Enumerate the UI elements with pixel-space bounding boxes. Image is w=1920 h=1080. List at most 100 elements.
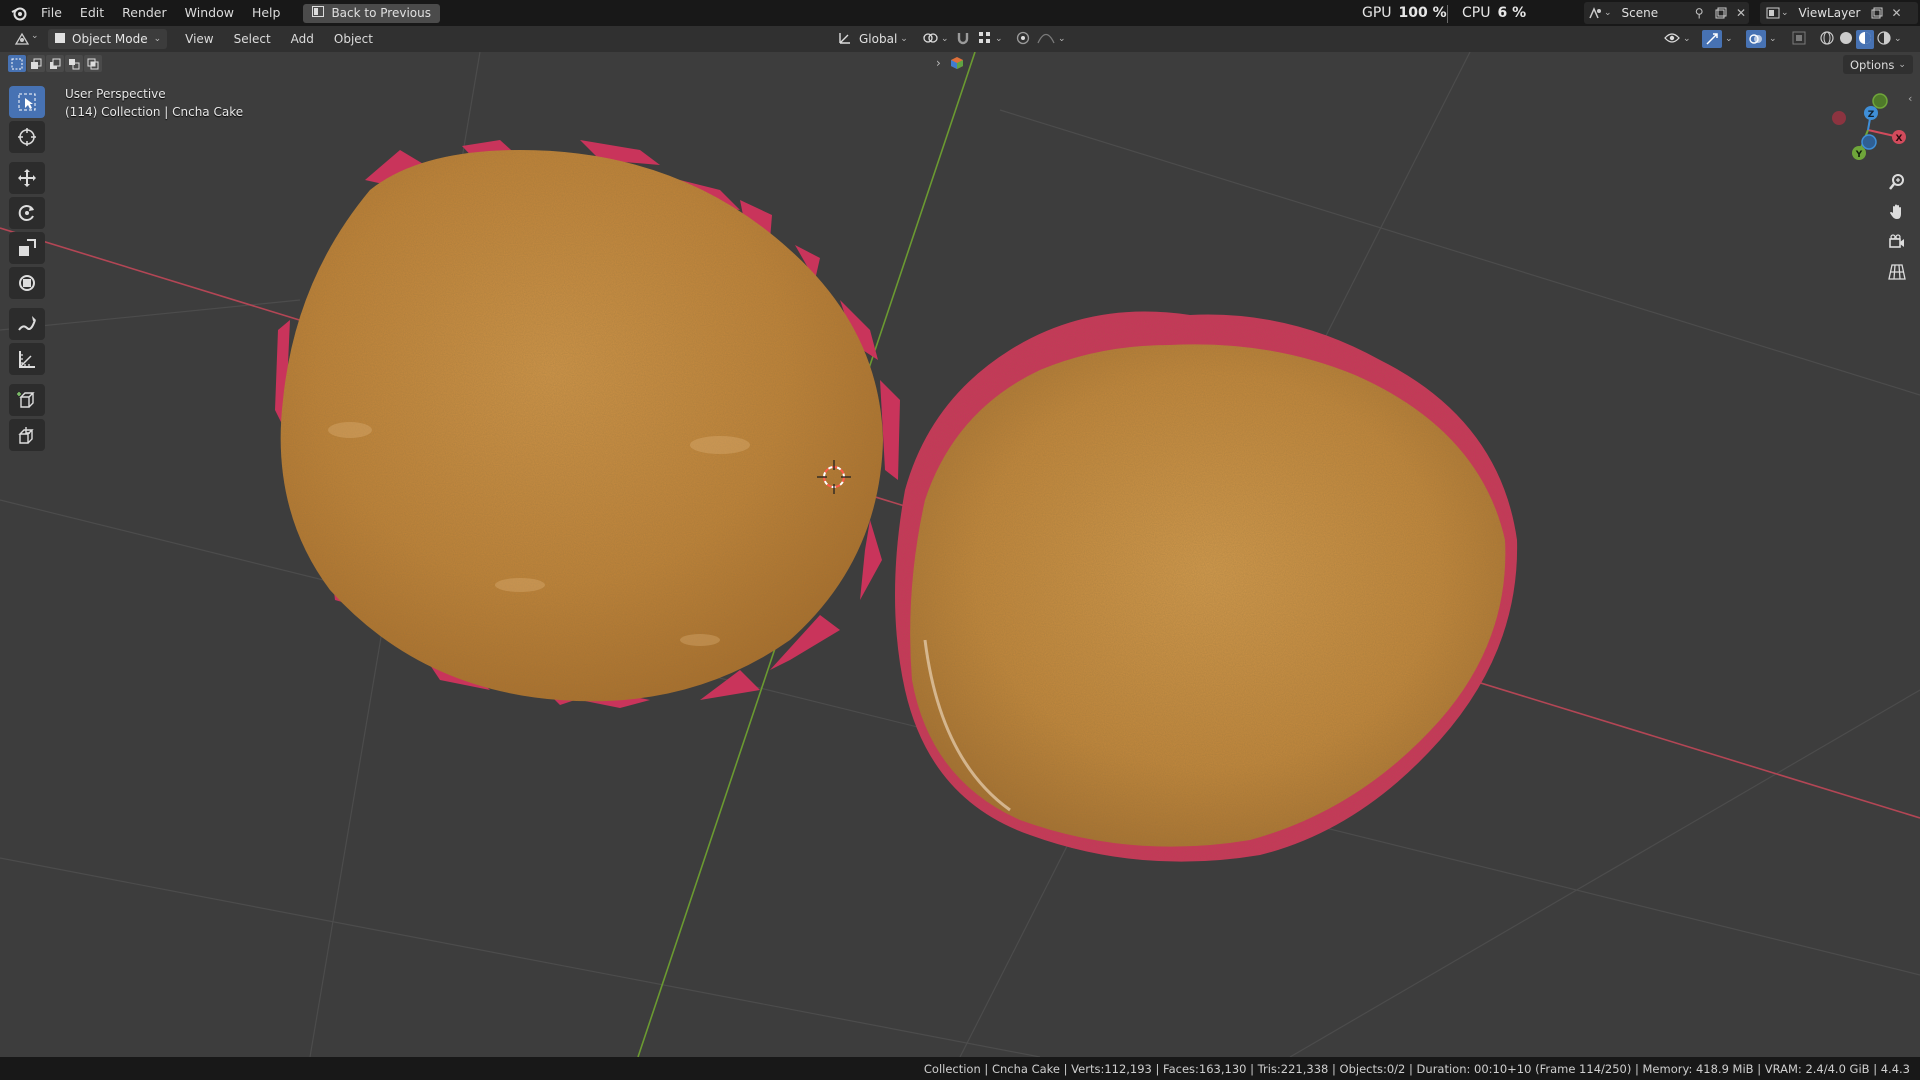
rotate-tool-icon[interactable]: [9, 197, 45, 229]
asset-shelf-icon[interactable]: [950, 56, 964, 73]
select-intersect-icon[interactable]: [84, 55, 102, 72]
viewport-scene: [0, 52, 1920, 1057]
object-mode-label: Object Mode: [72, 32, 148, 46]
object-mode-dropdown[interactable]: Object Mode ⌄: [48, 29, 168, 49]
perspective-ortho-toggle-icon[interactable]: [1882, 258, 1912, 286]
header-menu-add[interactable]: Add: [281, 32, 324, 46]
chevron-down-icon: ⌄: [1683, 34, 1691, 44]
chevron-down-icon: ⌄: [153, 34, 162, 44]
xray-icon: [1792, 31, 1806, 48]
overlays-icon: [1746, 30, 1766, 48]
blender-logo-icon[interactable]: [8, 2, 30, 24]
extrude-tool-icon[interactable]: [9, 419, 45, 451]
new-scene-icon[interactable]: [1713, 5, 1729, 21]
selection-mode-buttons: [8, 55, 102, 72]
cpu-label: CPU: [1462, 5, 1491, 21]
gpu-value: 100 %: [1398, 5, 1447, 21]
falloff-curve-icon[interactable]: [1037, 32, 1055, 47]
header-menu-object[interactable]: Object: [324, 32, 383, 46]
perf-separator: [1447, 5, 1448, 23]
cpu-readout: CPU 6 %: [1462, 0, 1526, 26]
pivot-icon: [922, 31, 938, 48]
new-view-layer-icon[interactable]: [1869, 5, 1885, 21]
gpu-readout: GPU 100 %: [1362, 0, 1447, 26]
snap-target-dropdown[interactable]: ⌄: [978, 29, 1003, 49]
menu-render[interactable]: Render: [113, 0, 176, 26]
cursor-tool-icon[interactable]: [9, 121, 45, 153]
object-visibility-dropdown[interactable]: ⌄: [1664, 29, 1691, 49]
wireframe-shading-icon[interactable]: [1818, 30, 1836, 49]
header-collapse-arrow-icon[interactable]: ›: [936, 56, 941, 70]
rendered-shading-icon[interactable]: [1875, 30, 1893, 49]
shading-modes: ⌄: [1818, 29, 1902, 49]
pin-icon[interactable]: ⚲: [1691, 5, 1707, 21]
transform-orientation-dropdown[interactable]: Global ⌄: [838, 29, 908, 49]
delete-view-layer-icon[interactable]: ✕: [1889, 5, 1905, 21]
gpu-label: GPU: [1362, 5, 1392, 21]
select-subtract-icon[interactable]: [46, 55, 64, 72]
transform-tool-icon[interactable]: [9, 267, 45, 299]
chevron-down-icon: ⌄: [941, 34, 949, 44]
menu-help[interactable]: Help: [243, 0, 290, 26]
back-icon: [312, 6, 325, 20]
proportional-icon: [1016, 31, 1030, 48]
negative-x-axis-icon: [1832, 111, 1846, 125]
menu-window[interactable]: Window: [176, 0, 243, 26]
header-menu-select[interactable]: Select: [224, 32, 281, 46]
gizmo-toggle[interactable]: ⌄: [1702, 29, 1733, 49]
select-new-icon[interactable]: [8, 55, 26, 72]
chevron-down-icon: ⌄: [31, 31, 39, 41]
select-invert-icon[interactable]: [65, 55, 83, 72]
eye-icon: [1664, 32, 1680, 47]
3d-viewport[interactable]: ›: [0, 52, 1920, 1057]
back-to-previous-label: Back to Previous: [331, 6, 431, 20]
negative-z-axis-icon: [1861, 134, 1877, 150]
options-dropdown[interactable]: Options ⌄: [1843, 55, 1913, 74]
transform-orientation-label: Global: [859, 32, 898, 46]
camera-view-icon[interactable]: [1882, 228, 1912, 256]
left-cake-texture: [280, 150, 883, 702]
cpu-value: 6 %: [1497, 5, 1527, 21]
navigation-gizmo[interactable]: Z X Y: [1800, 84, 1920, 174]
header-menu-view[interactable]: View: [175, 32, 223, 46]
pivot-point-dropdown[interactable]: ⌄: [922, 29, 949, 49]
delete-scene-icon[interactable]: ✕: [1733, 5, 1749, 21]
menu-edit[interactable]: Edit: [71, 0, 113, 26]
xray-toggle[interactable]: [1792, 29, 1806, 49]
chevron-down-icon: ⌄: [1058, 34, 1066, 44]
chevron-down-icon: ⌄: [995, 34, 1003, 44]
back-to-previous-button[interactable]: Back to Previous: [303, 3, 440, 23]
scene-icon: [1588, 5, 1604, 21]
measure-tool-icon[interactable]: [9, 343, 45, 375]
magnet-icon: [956, 31, 970, 48]
overlays-toggle[interactable]: ⌄: [1746, 29, 1777, 49]
chevron-down-icon: ⌄: [1725, 34, 1733, 44]
x-axis-label: X: [1896, 134, 1903, 144]
select-extend-icon[interactable]: [27, 55, 45, 72]
menu-file[interactable]: File: [32, 0, 71, 26]
proportional-editing-toggle[interactable]: ⌄: [1016, 29, 1066, 49]
scene-selector[interactable]: ⌄ Scene ⚲ ✕: [1584, 2, 1749, 24]
scene-statistics: Collection | Cncha Cake | Verts:112,193 …: [923, 1061, 1910, 1076]
chevron-down-icon: ⌄: [1781, 8, 1789, 18]
object-mode-icon: [54, 32, 66, 47]
select-box-tool-icon[interactable]: [9, 86, 45, 118]
editor-type-icon[interactable]: [14, 31, 30, 47]
annotate-tool-icon[interactable]: [9, 308, 45, 340]
material-shading-icon[interactable]: [1856, 29, 1874, 49]
view-layer-icon: [1765, 5, 1781, 21]
zoom-icon[interactable]: [1882, 168, 1912, 196]
move-tool-icon[interactable]: [9, 162, 45, 194]
gizmo-icon: [1702, 30, 1722, 48]
scene-name: Scene: [1621, 6, 1659, 20]
chevron-down-icon: ⌄: [900, 34, 908, 44]
add-cube-tool-icon[interactable]: [9, 384, 45, 416]
pan-hand-icon[interactable]: [1882, 198, 1912, 226]
scale-tool-icon[interactable]: [9, 232, 45, 264]
view-layer-selector[interactable]: ⌄ ViewLayer ✕: [1760, 2, 1918, 24]
view-layer-name: ViewLayer: [1798, 6, 1861, 20]
solid-shading-icon[interactable]: [1837, 30, 1855, 49]
snap-toggle[interactable]: [956, 29, 970, 49]
snap-grid-icon: [978, 31, 992, 48]
negative-y-axis-icon: [1872, 93, 1888, 109]
